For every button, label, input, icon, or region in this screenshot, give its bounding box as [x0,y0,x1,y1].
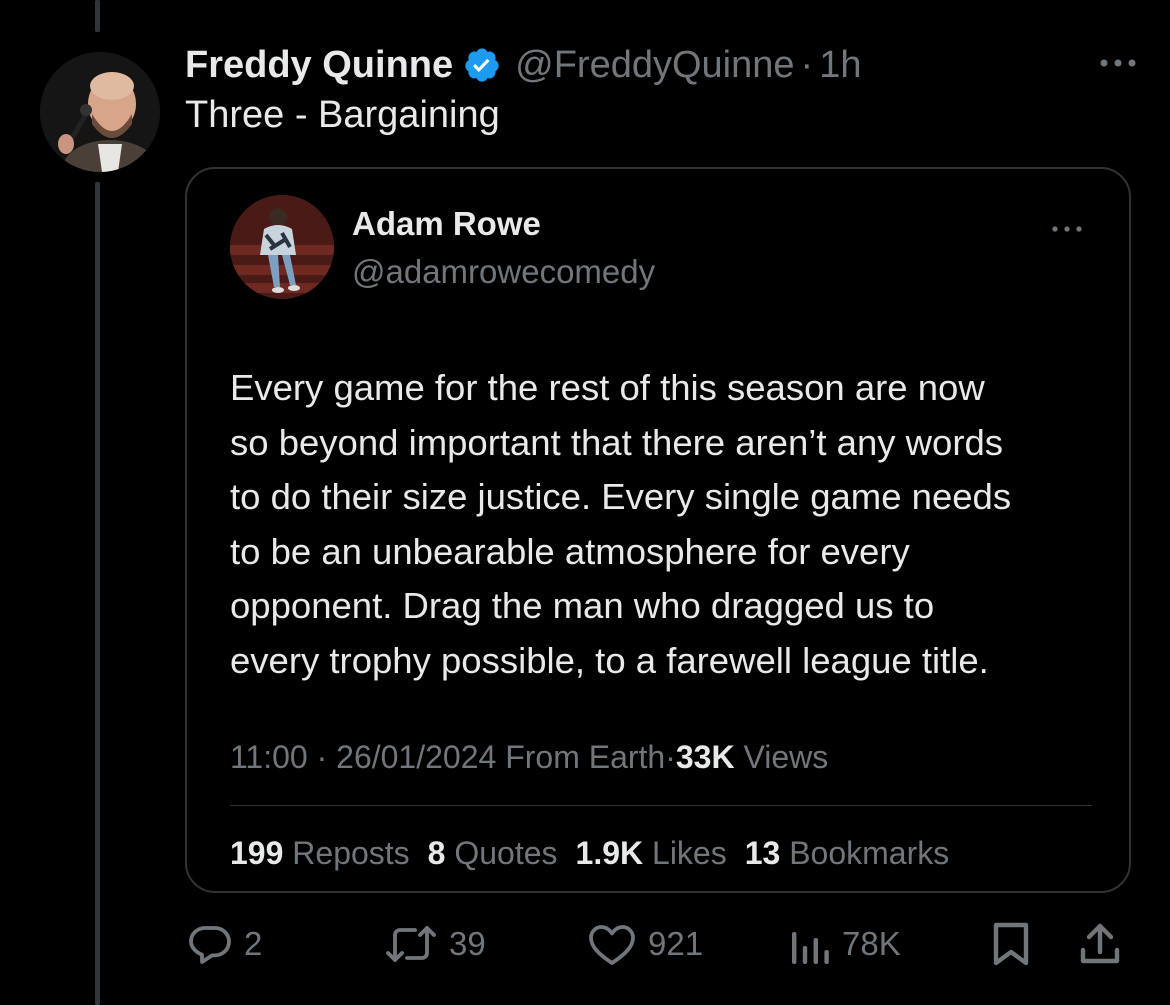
bookmarks-label: Bookmarks [789,835,950,871]
quoted-author-name[interactable]: Adam Rowe [352,205,541,243]
tweet-time[interactable]: 1h [819,44,861,87]
quoted-views-label: Views [743,739,829,775]
repost-button[interactable]: 39 [383,918,486,970]
action-bar: 2 39 921 78K [0,918,1170,970]
likes-stat[interactable]: 1.9K Likes [576,835,727,871]
heart-icon [586,920,638,968]
repost-count: 39 [449,925,486,962]
quoted-author-handle[interactable]: @adamrowecomedy [352,253,655,291]
thread-line-bottom [95,182,100,1005]
share-button[interactable] [1078,918,1122,970]
quoted-date[interactable]: 26/01/2024 [336,739,496,775]
quotes-stat[interactable]: 8 Quotes [428,835,558,871]
bookmarks-stat[interactable]: 13 Bookmarks [745,835,950,871]
views-count: 78K [842,925,901,962]
reply-count: 2 [244,925,263,962]
separator-dot: · [665,739,676,775]
author-handle[interactable]: @FreddyQuinne [515,44,794,87]
quoted-tweet[interactable]: Adam Rowe @adamrowecomedy Every game for… [185,167,1131,893]
separator-dot: · [800,43,814,86]
reply-icon [186,920,234,968]
quoted-source: From Earth [505,739,666,775]
quoted-more-options-icon[interactable] [1049,219,1085,239]
likes-count: 1.9K [575,835,644,871]
quotes-count: 8 [427,835,446,871]
separator-dot: · [316,739,328,775]
more-options-icon[interactable] [1096,50,1140,76]
tweet-header: Freddy Quinne @FreddyQuinne · 1h [185,40,861,90]
bookmarks-count: 13 [744,835,781,871]
reposts-stat[interactable]: 199 Reposts [230,835,410,871]
bookmark-icon [990,920,1032,968]
quotes-label: Quotes [454,835,558,871]
quoted-views-count: 33K [675,739,735,775]
quoted-author-avatar[interactable] [230,195,334,299]
author-name[interactable]: Freddy Quinne [185,44,453,87]
reposts-count: 199 [230,835,284,871]
bookmark-button[interactable] [990,918,1032,970]
thread-line-top [95,0,100,32]
quoted-tweet-meta: 11:00 · 26/01/2024 From Earth·33K Views [230,739,828,776]
quoted-time[interactable]: 11:00 [230,739,308,775]
reply-button[interactable]: 2 [186,918,262,970]
author-avatar[interactable] [40,52,160,172]
tweet-text: Three - Bargaining [185,94,500,136]
quoted-tweet-stats: 199 Reposts 8 Quotes 1.9K Likes 13 Bookmark… [230,835,967,872]
like-count: 921 [648,925,704,962]
reposts-label: Reposts [292,835,410,871]
repost-icon [383,920,439,968]
views-chart-icon [788,920,832,968]
likes-label: Likes [652,835,727,871]
verified-badge-icon [463,46,501,84]
like-button[interactable]: 921 [586,918,703,970]
quoted-tweet-text: Every game for the rest of this season a… [230,367,1012,681]
divider [230,805,1092,806]
share-icon [1078,920,1122,968]
views-button[interactable]: 78K [788,918,901,970]
